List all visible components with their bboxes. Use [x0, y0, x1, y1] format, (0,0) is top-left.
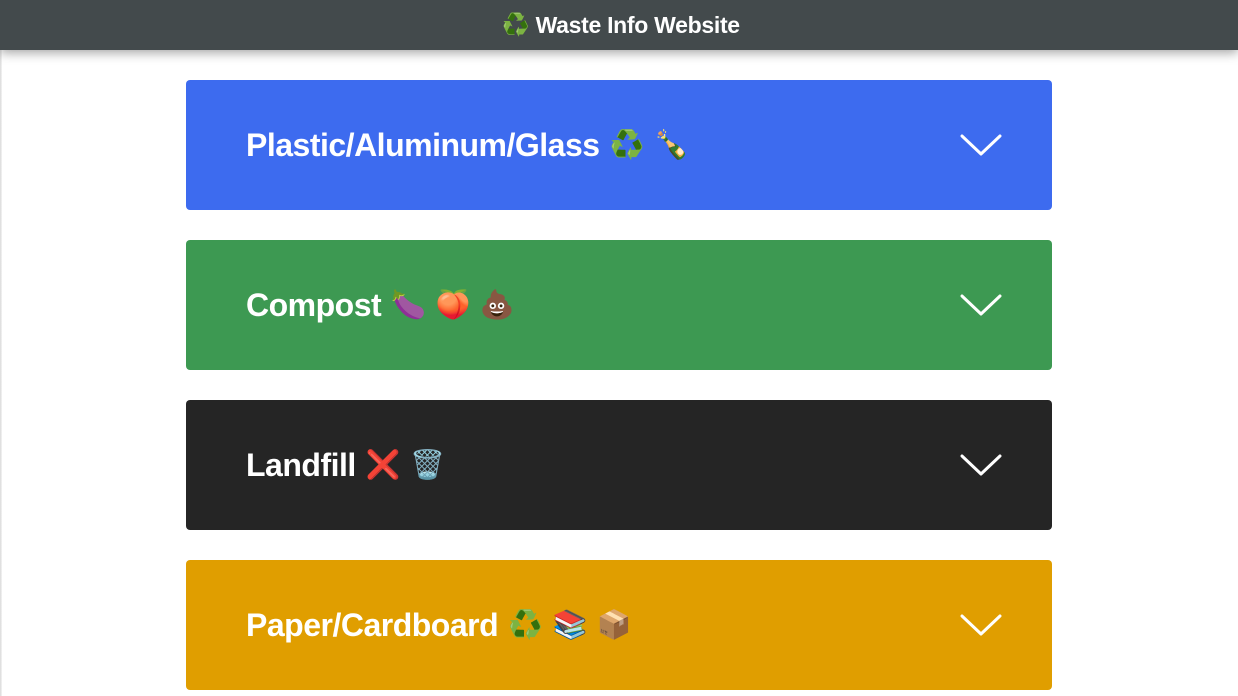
left-edge-shadow — [0, 0, 2, 696]
category-card-paper[interactable]: Paper/Cardboard ♻️ 📚 📦 — [186, 560, 1052, 690]
cross-mark-emoji-icon: ❌ — [365, 449, 401, 480]
chevron-down-icon[interactable] — [960, 290, 1002, 320]
recycle-emoji-icon: ♻️ — [508, 609, 543, 640]
header-brand[interactable]: ♻️ Waste Info Website — [502, 12, 740, 39]
category-title: Plastic/Aluminum/Glass ♻️ 🍾 — [246, 80, 689, 210]
bottle-emoji-icon: 🍾 — [653, 129, 689, 160]
category-title: Paper/Cardboard ♻️ 📚 📦 — [246, 560, 632, 690]
category-card-compost[interactable]: Compost 🍆 🍑 💩 — [186, 240, 1052, 370]
wastebasket-emoji-icon: 🗑️ — [410, 449, 445, 480]
category-card-plastic[interactable]: Plastic/Aluminum/Glass ♻️ 🍾 — [186, 80, 1052, 210]
category-title: Landfill ❌ 🗑️ — [246, 400, 445, 530]
category-label: Paper/Cardboard — [246, 606, 499, 643]
category-card-landfill[interactable]: Landfill ❌ 🗑️ — [186, 400, 1052, 530]
recycle-emoji-icon: ♻️ — [609, 129, 645, 160]
poop-emoji-icon: 💩 — [479, 289, 515, 320]
category-label: Compost — [246, 286, 382, 323]
package-emoji-icon: 📦 — [596, 609, 632, 640]
top-header: ♻️ Waste Info Website — [0, 0, 1238, 50]
eggplant-emoji-icon: 🍆 — [391, 289, 426, 320]
category-title: Compost 🍆 🍑 💩 — [246, 240, 515, 370]
waste-category-list: Plastic/Aluminum/Glass ♻️ 🍾 Compost 🍆 🍑 … — [186, 80, 1052, 696]
category-label: Plastic/Aluminum/Glass — [246, 126, 600, 163]
site-title: Waste Info Website — [535, 11, 740, 38]
chevron-down-icon[interactable] — [960, 450, 1002, 480]
peach-emoji-icon: 🍑 — [435, 289, 471, 320]
recycle-icon: ♻️ — [502, 12, 530, 37]
chevron-down-icon[interactable] — [960, 130, 1002, 160]
books-emoji-icon: 📚 — [552, 609, 588, 640]
chevron-down-icon[interactable] — [960, 610, 1002, 640]
page: ♻️ Waste Info Website Plastic/Aluminum/G… — [0, 0, 1238, 696]
category-label: Landfill — [246, 446, 356, 483]
